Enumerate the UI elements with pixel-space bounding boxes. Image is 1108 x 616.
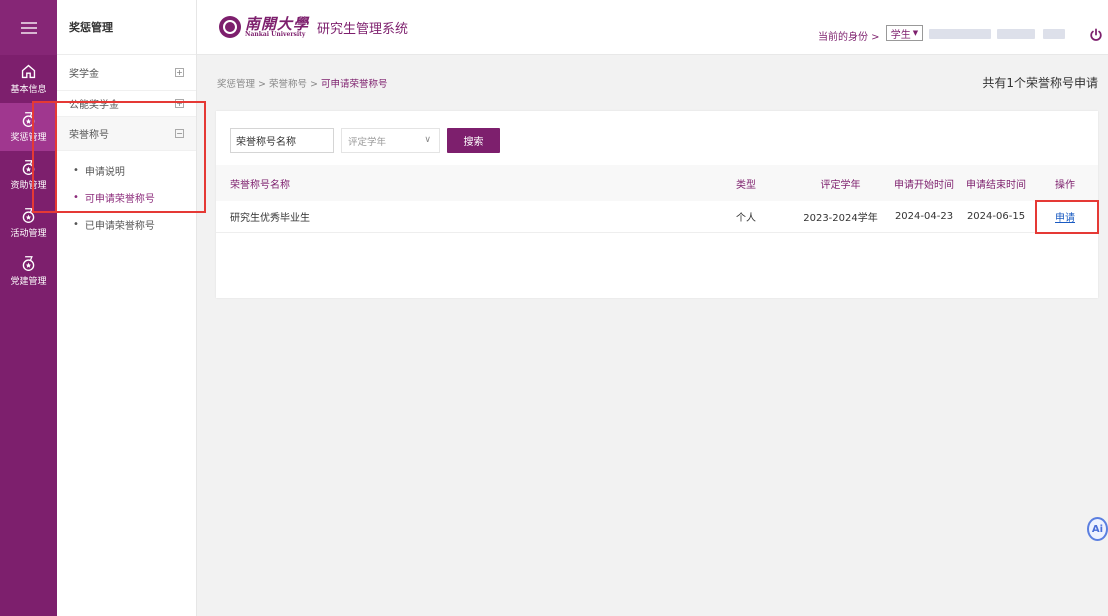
sidebar-group-label: 公能奖学金 (69, 100, 119, 111)
sidebar-group-gongneng-scholarship[interactable]: 公能奖学金 + (57, 91, 196, 117)
sidebar-item-instructions[interactable]: • 申请说明 (57, 157, 196, 184)
collapse-icon[interactable]: − (175, 129, 184, 138)
cell-end: 2024-06-15 (960, 201, 1032, 233)
column-header-end: 申请结束时间 (960, 165, 1032, 201)
cell-year: 2023-2024学年 (793, 201, 888, 233)
sidebar-group-scholarship[interactable]: 奖学金 + (57, 55, 196, 91)
bullet-icon: • (73, 192, 79, 203)
result-count: 共有1个荣誉称号申请 (982, 76, 1098, 90)
table-row: 研究生优秀毕业生 个人 2023-2024学年 2024-04-23 2024-… (216, 201, 1098, 233)
sidebar-item-label: 申请说明 (84, 167, 125, 178)
sidebar: 奖惩管理 奖学金 + 公能奖学金 + 荣誉称号 − • 申请说明 • 可申请荣誉… (57, 0, 197, 616)
sidebar-item-available-honors[interactable]: • 可申请荣誉称号 (57, 184, 196, 211)
chevron-down-icon: ▼ (912, 29, 919, 37)
rail-item-rewards[interactable]: 奖惩管理 (0, 103, 57, 151)
medal-icon (22, 160, 35, 175)
breadcrumb-path[interactable]: 奖惩管理 > 荣誉称号 > (217, 79, 321, 90)
university-seal-icon (219, 16, 241, 38)
academic-year-select[interactable]: 评定学年 ∨ (341, 128, 440, 153)
user-info-redacted (1043, 29, 1065, 39)
bullet-icon: • (73, 219, 79, 230)
rail-item-label: 活动管理 (10, 229, 47, 239)
menu-toggle[interactable] (0, 0, 57, 55)
search-button[interactable]: 搜索 (447, 128, 500, 153)
rail-item-label: 基本信息 (10, 85, 47, 95)
university-logo: 南開大學 Nankai University (245, 14, 310, 38)
expand-icon[interactable]: + (175, 99, 184, 108)
apply-link[interactable]: 申请 (1055, 213, 1075, 224)
sidebar-item-label: 已申请荣誉称号 (84, 221, 155, 232)
sidebar-title: 奖惩管理 (57, 0, 196, 55)
bullet-icon: • (73, 165, 79, 176)
breadcrumb-current: 可申请荣誉称号 (321, 79, 388, 90)
hamburger-icon[interactable] (20, 21, 37, 34)
honors-table: 荣誉称号名称 类型 评定学年 申请开始时间 申请结束时间 操作 研究生优秀毕业生… (216, 165, 1098, 233)
column-header-type: 类型 (736, 165, 793, 201)
rail-item-label: 奖惩管理 (10, 133, 47, 143)
logout-power-icon[interactable] (1089, 28, 1103, 42)
rail-item-activities[interactable]: 活动管理 (0, 199, 57, 247)
medal-icon (22, 112, 35, 127)
cell-type: 个人 (736, 201, 793, 233)
ai-assistant-icon[interactable]: Ai (1087, 517, 1108, 541)
breadcrumb: 奖惩管理 > 荣誉称号 > 可申请荣誉称号 (217, 76, 388, 90)
role-value: 学生 (890, 29, 911, 41)
expand-icon[interactable]: + (175, 68, 184, 77)
rail-item-label: 资助管理 (10, 181, 47, 191)
cell-start: 2024-04-23 (888, 201, 960, 233)
top-header: 南開大學 Nankai University 研究生管理系统 当前的身份 > 学… (197, 0, 1108, 55)
role-select[interactable]: 学生 ▼ (886, 25, 923, 41)
logo-chinese: 南開大學 (245, 14, 310, 33)
icon-rail: 基本信息 奖惩管理 资助管理 活动管理 党建管理 (0, 0, 57, 616)
sidebar-group-label: 荣誉称号 (69, 130, 109, 141)
logo-english: Nankai University (245, 30, 306, 38)
academic-year-placeholder: 评定学年 (348, 136, 387, 148)
rail-item-funding[interactable]: 资助管理 (0, 151, 57, 199)
medal-icon (22, 208, 35, 223)
table-header-row: 荣誉称号名称 类型 评定学年 申请开始时间 申请结束时间 操作 (216, 165, 1098, 201)
sidebar-group-label: 奖学金 (69, 69, 99, 80)
sidebar-group-honor-title[interactable]: 荣誉称号 − (57, 117, 196, 151)
sidebar-item-applied-honors[interactable]: • 已申请荣誉称号 (57, 211, 196, 238)
user-info-redacted (929, 29, 991, 39)
rail-item-basic-info[interactable]: 基本信息 (0, 55, 57, 103)
system-title: 研究生管理系统 (317, 21, 409, 37)
cell-action: 申请 (1032, 201, 1098, 233)
column-header-start: 申请开始时间 (888, 165, 960, 201)
content-card: 荣誉称号名称 评定学年 ∨ 搜索 荣誉称号名称 类型 评定学年 申请开始时间 申… (216, 111, 1098, 298)
user-info-redacted (997, 29, 1035, 39)
identity-label: 当前的身份 > (818, 32, 880, 43)
cell-name: 研究生优秀毕业生 (216, 201, 736, 233)
column-header-year: 评定学年 (793, 165, 888, 201)
honor-name-input[interactable]: 荣誉称号名称 (230, 128, 334, 153)
rail-item-label: 党建管理 (10, 277, 47, 287)
sidebar-item-label: 可申请荣誉称号 (84, 194, 155, 205)
home-icon (21, 64, 36, 79)
column-header-name: 荣誉称号名称 (216, 165, 736, 201)
chevron-down-icon: ∨ (424, 135, 431, 145)
column-header-action: 操作 (1032, 165, 1098, 201)
medal-icon (22, 256, 35, 271)
rail-item-party[interactable]: 党建管理 (0, 247, 57, 295)
